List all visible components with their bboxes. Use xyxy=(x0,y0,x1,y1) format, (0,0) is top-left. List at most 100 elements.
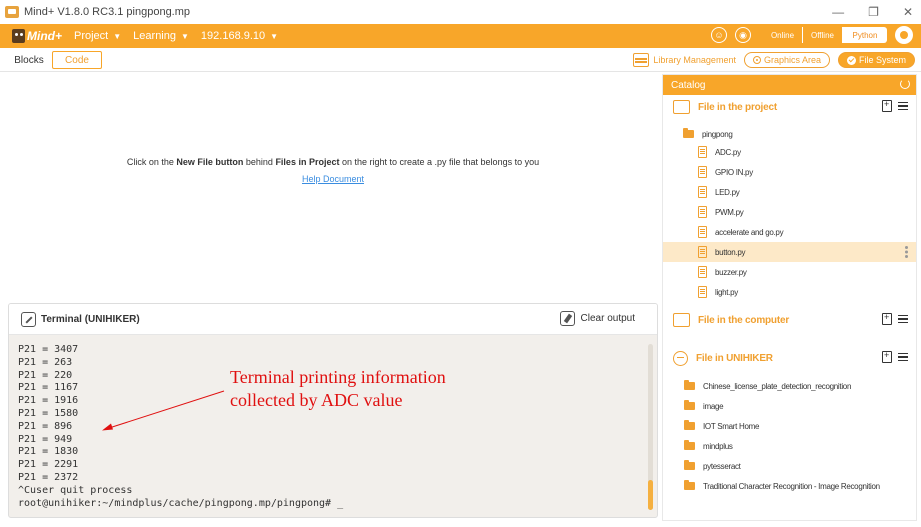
restore-button[interactable]: ❐ xyxy=(868,5,879,19)
section-file-in-computer[interactable]: File in the computer xyxy=(663,309,916,331)
file-name-label: button.py xyxy=(715,247,746,257)
menu-project[interactable]: Project ▼ xyxy=(74,30,121,42)
project-file-item[interactable]: LED.py xyxy=(663,182,916,202)
folder-name-label: image xyxy=(703,401,724,411)
section-file-in-unihiker[interactable]: File in UNIHIKER xyxy=(663,347,916,369)
code-editor-area[interactable]: Click on the New File button behind File… xyxy=(6,74,660,301)
annotation-arrow xyxy=(102,390,225,431)
python-file-icon xyxy=(698,226,707,238)
menu-icon[interactable] xyxy=(898,315,908,323)
terminal-line: P21 = 2372 xyxy=(18,471,79,483)
unihiker-folder-item[interactable]: Chinese_license_plate_detection_recognit… xyxy=(663,376,916,396)
menu-icon[interactable] xyxy=(898,102,908,110)
folder-icon xyxy=(684,460,695,470)
project-file-item[interactable]: button.py xyxy=(663,242,916,262)
new-file-icon[interactable] xyxy=(882,312,892,325)
file-name-label: accelerate and go.py xyxy=(715,227,784,237)
annotation-line-2: collected by ADC value xyxy=(230,390,403,410)
caret-down-icon: ▼ xyxy=(113,31,122,41)
folder-pingpong[interactable]: pingpong xyxy=(663,124,916,144)
section-project-label: File in the project xyxy=(698,101,777,113)
help-document-link[interactable]: Help Document xyxy=(6,174,660,184)
minimize-button[interactable]: — xyxy=(832,5,844,19)
folder-icon xyxy=(683,128,694,138)
new-file-icon[interactable] xyxy=(882,350,892,363)
project-files-icon xyxy=(673,100,690,114)
project-file-item[interactable]: accelerate and go.py xyxy=(663,222,916,242)
mode-offline-button[interactable]: Offline xyxy=(803,27,843,43)
mode-python-button[interactable]: Python xyxy=(843,27,887,43)
check-icon xyxy=(846,55,856,65)
section-computer-label: File in the computer xyxy=(698,314,790,326)
project-section-actions xyxy=(882,99,908,112)
hint-new-file-button-text: New File button xyxy=(176,157,244,167)
unihiker-folder-item[interactable]: pytesseract xyxy=(663,456,916,476)
menu-learning-label: Learning xyxy=(133,30,176,42)
more-options-icon[interactable] xyxy=(905,246,908,258)
tab-blocks[interactable]: Blocks xyxy=(8,51,50,69)
menu-project-label: Project xyxy=(74,30,109,42)
folder-label: pingpong xyxy=(702,129,733,139)
library-management-button[interactable]: Library Management xyxy=(633,53,736,67)
terminal-line: P21 = 2291 xyxy=(18,459,79,471)
window-titlebar: Mind+ V1.8.0 RC3.1 pingpong.mp — ❐ ✕ xyxy=(0,0,921,24)
catalog-panel: Catalog File in the project pingpong ADC… xyxy=(662,74,917,521)
catalog-title: Catalog xyxy=(671,79,706,91)
section-file-in-project[interactable]: File in the project xyxy=(663,96,916,118)
clear-output-button[interactable]: Clear output xyxy=(559,311,635,326)
close-button[interactable]: ✕ xyxy=(903,5,913,19)
python-file-icon xyxy=(698,186,707,198)
refresh-icon[interactable] xyxy=(900,79,910,89)
file-name-label: ADC.py xyxy=(715,147,741,157)
computer-icon xyxy=(673,313,690,327)
folder-name-label: pytesseract xyxy=(703,461,741,471)
smile-feedback-icon[interactable]: ☺ xyxy=(711,27,727,43)
menu-device-ip[interactable]: 192.168.9.10 ▼ xyxy=(201,30,278,42)
unihiker-folder-item[interactable]: IOT Smart Home xyxy=(663,416,916,436)
python-file-icon xyxy=(698,146,707,158)
project-file-item[interactable]: ADC.py xyxy=(663,142,916,162)
menu-learning[interactable]: Learning ▼ xyxy=(133,30,189,42)
chat-community-icon[interactable]: ◉ xyxy=(735,27,751,43)
terminal-line: ^Cuser quit process xyxy=(18,484,133,496)
graphics-area-label: Graphics Area xyxy=(763,55,821,65)
editor-tabs-row: Blocks Code Library Management Graphics … xyxy=(0,48,921,72)
project-file-item[interactable]: GPIO IN.py xyxy=(663,162,916,182)
hint-text-3: on the right to create a .py file that b… xyxy=(339,157,540,167)
folder-name-label: mindplus xyxy=(703,441,733,451)
annotation-text: Terminal printing information collected … xyxy=(230,366,446,412)
menu-icon[interactable] xyxy=(898,353,908,361)
folder-icon xyxy=(684,440,695,450)
unihiker-folder-item[interactable]: image xyxy=(663,396,916,416)
folder-name-label: IOT Smart Home xyxy=(703,421,760,431)
terminal-line: root@unihiker:~/mindplus/cache/pingpong.… xyxy=(18,497,344,509)
tab-code[interactable]: Code xyxy=(52,51,102,69)
hint-text-2: behind xyxy=(243,157,276,167)
graphics-area-button[interactable]: Graphics Area xyxy=(743,52,830,68)
project-file-item[interactable]: buzzer.py xyxy=(663,262,916,282)
python-file-icon xyxy=(698,246,707,258)
mode-online-button[interactable]: Online xyxy=(763,27,803,43)
mindplus-logo: Mind+ xyxy=(12,28,62,45)
device-ip-label: 192.168.9.10 xyxy=(200,30,266,42)
computer-section-actions xyxy=(882,312,908,325)
main-menubar: Mind+ Project ▼ Learning ▼ 192.168.9.10 … xyxy=(0,24,921,48)
project-file-item[interactable]: light.py xyxy=(663,282,916,302)
annotation-line-1: Terminal printing information xyxy=(230,367,446,387)
unihiker-folder-item[interactable]: mindplus xyxy=(663,436,916,456)
file-name-label: LED.py xyxy=(715,187,740,197)
radio-icon xyxy=(752,56,761,64)
caret-down-icon: ▼ xyxy=(270,31,279,41)
library-icon xyxy=(633,53,650,67)
terminal-title: Terminal (UNIHIKER) xyxy=(41,313,140,325)
project-file-item[interactable]: PWM.py xyxy=(663,202,916,222)
unihiker-folder-item[interactable]: Traditional Character Recognition - Imag… xyxy=(663,476,916,496)
new-file-icon[interactable] xyxy=(882,99,892,112)
settings-gear-icon[interactable] xyxy=(895,26,913,44)
folder-icon xyxy=(684,420,695,430)
file-system-button[interactable]: File System xyxy=(837,52,915,68)
hint-files-in-project-text: Files in Project xyxy=(275,157,340,167)
empty-editor-hint: Click on the New File button behind File… xyxy=(6,157,660,167)
terminal-scrollbar[interactable] xyxy=(648,344,653,510)
terminal-scroll-thumb[interactable] xyxy=(648,480,653,510)
